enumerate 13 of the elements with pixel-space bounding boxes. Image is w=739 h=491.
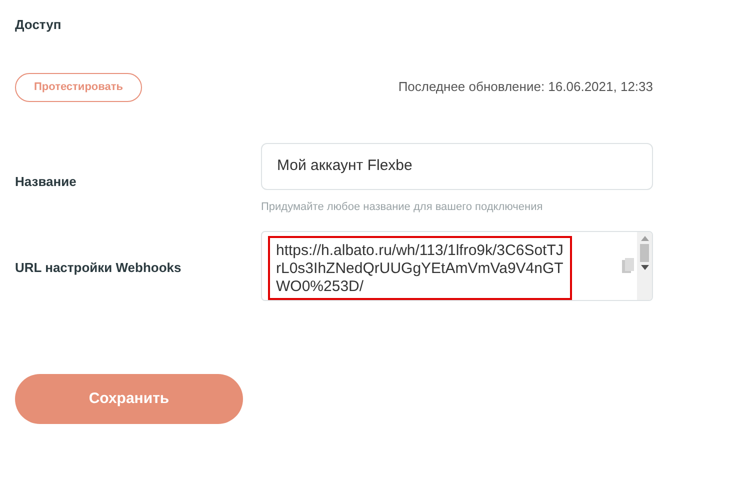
field-label: URL настройки Webhooks xyxy=(15,260,182,275)
scroll-down-icon[interactable] xyxy=(640,265,648,270)
name-input-field[interactable]: Мой аккаунт Flexbe xyxy=(261,142,653,190)
copy-icon[interactable] xyxy=(622,258,634,274)
section-title: Доступ xyxy=(15,16,62,34)
scrollbar[interactable] xyxy=(637,232,652,300)
scrollbar-thumb[interactable] xyxy=(640,244,649,262)
scroll-up-icon[interactable] xyxy=(640,236,648,241)
webhook-textarea[interactable]: https://h.albato.ru/wh/113/1lfro9k/3C6SotTJrL0s3IhZNedQrUUGgYEtAmVmVa9V4nGTWO0%253D/ xyxy=(261,231,653,301)
field-label: Название xyxy=(15,174,76,188)
webhook-url-text: https://h.albato.ru/wh/113/1lfro9k/3C6SotTJrL0s3IhZNedQrUUGgYEtAmVmVa9V4nGTWO0%253D/ xyxy=(270,238,570,298)
last-update-text: Последнее обновление: 16.06.2021, 12:33 xyxy=(398,78,653,96)
hint-text: Придумайте любое название для вашего подключения xyxy=(261,200,544,214)
